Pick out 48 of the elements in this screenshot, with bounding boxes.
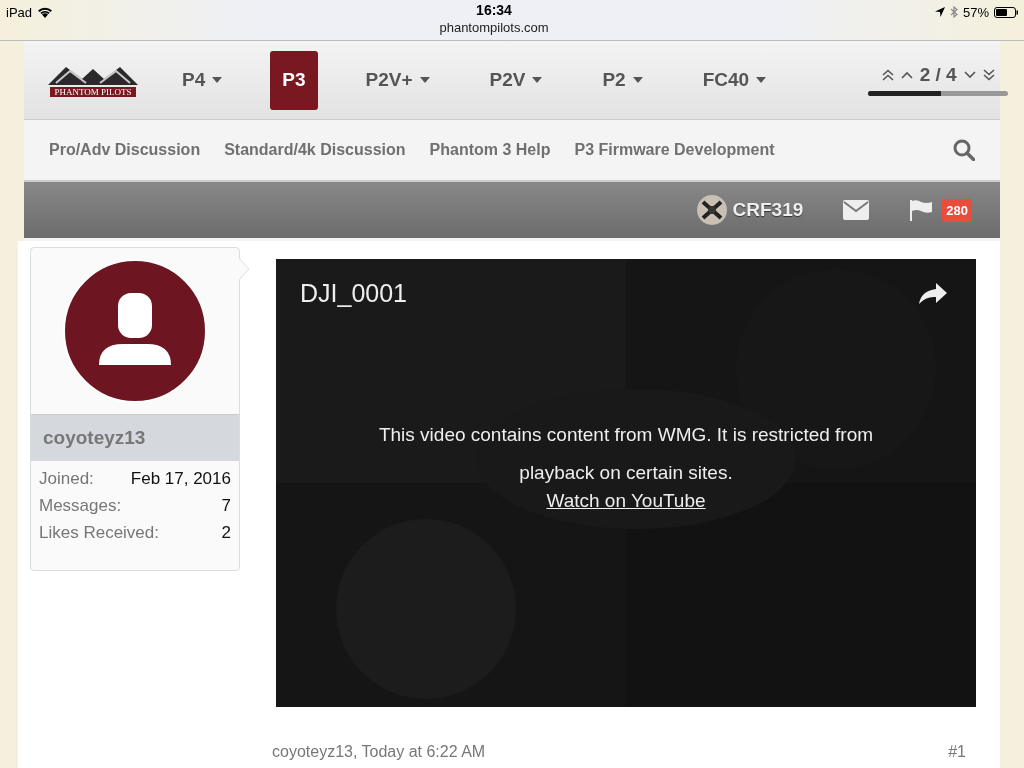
bluetooth-icon <box>949 6 958 18</box>
forum-tab[interactable]: FC40 <box>690 50 779 110</box>
subforum-link[interactable]: Phantom 3 Help <box>429 141 551 159</box>
subforum-link[interactable]: Pro/Adv Discussion <box>49 141 201 159</box>
stat-value: Feb 17, 2016 <box>130 469 231 489</box>
restriction-message: This video contains content from WMG. It is restricted from playback on certain sites. <box>377 423 875 485</box>
first-page-icon[interactable] <box>881 69 894 81</box>
device-name: iPad <box>6 4 33 20</box>
author-name[interactable]: coyoteyz13 <box>31 414 239 461</box>
page-indicator: 2 / 4 <box>919 64 957 86</box>
watch-on-youtube-link[interactable]: Watch on YouTube <box>546 490 706 512</box>
battery-percent: 57% <box>962 4 989 20</box>
share-icon[interactable] <box>918 281 948 306</box>
forum-tab[interactable]: P3 <box>270 50 318 110</box>
location-icon <box>934 7 945 17</box>
flag-icon[interactable] <box>909 199 934 221</box>
username-link[interactable]: CRF319 <box>732 199 804 221</box>
mail-icon[interactable] <box>843 200 870 220</box>
caret-icon <box>212 77 223 83</box>
forum-tab[interactable]: P2V+ <box>353 50 442 110</box>
stat-value: 2 <box>221 523 231 543</box>
previous-page-icon[interactable] <box>900 71 913 79</box>
last-page-icon[interactable] <box>982 69 995 81</box>
stat-label: Likes Received: <box>39 523 159 543</box>
post-number-link[interactable]: #1 <box>948 743 966 761</box>
wifi-icon <box>37 6 54 18</box>
avatar-icon[interactable] <box>63 259 207 403</box>
alert-count: 280 <box>942 198 972 222</box>
forum-tab[interactable]: P2 <box>590 50 655 110</box>
video-title: DJI_0001 <box>300 279 408 308</box>
clock-time: 16:34 <box>476 2 512 18</box>
avatar-icon[interactable] <box>696 195 727 225</box>
stat-value: 7 <box>221 496 231 516</box>
forum-tab[interactable]: P4 <box>170 50 235 110</box>
subforum-link[interactable]: P3 Firmware Development <box>574 141 775 159</box>
url-text[interactable]: phantompilots.com <box>439 20 549 35</box>
caret-icon <box>756 77 767 83</box>
stat-label: Messages: <box>39 496 122 516</box>
subforum-link[interactable]: Standard/4k Discussion <box>224 141 406 159</box>
caret-icon <box>532 77 543 83</box>
post-meta: coyoteyz13, Today at 6:22 AM <box>272 743 486 761</box>
caret-icon <box>419 77 430 83</box>
stat-label: Joined: <box>39 469 94 489</box>
search-icon[interactable] <box>953 139 975 161</box>
forum-tab[interactable]: P2V <box>477 50 555 110</box>
caret-icon <box>632 77 643 83</box>
next-page-icon[interactable] <box>963 71 976 79</box>
battery-icon <box>994 6 1018 18</box>
